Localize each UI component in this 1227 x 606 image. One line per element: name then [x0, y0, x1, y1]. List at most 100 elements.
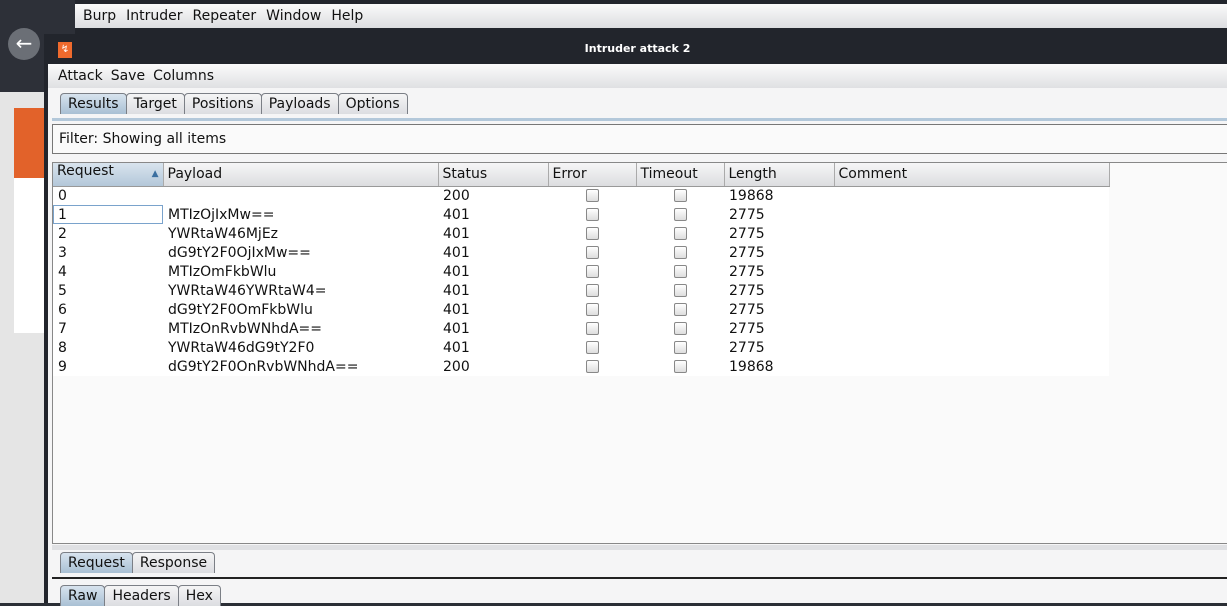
- cell-timeout: [636, 205, 724, 224]
- cell-status: 401: [438, 224, 548, 243]
- timeout-checkbox[interactable]: [673, 265, 687, 278]
- cell-status: 401: [438, 243, 548, 262]
- split-pane-divider[interactable]: [52, 545, 1227, 550]
- detail-tabs: Request Response: [60, 552, 216, 573]
- table-row[interactable]: 2 YWRtaW46MjEz 401 2775: [53, 224, 1109, 243]
- timeout-checkbox[interactable]: [673, 360, 687, 373]
- burp-logo-icon: ↯: [58, 42, 72, 58]
- cell-timeout: [636, 338, 724, 357]
- cell-comment: [834, 338, 1109, 357]
- cell-timeout: [636, 300, 724, 319]
- menu-window[interactable]: Window: [266, 8, 321, 24]
- column-header-comment[interactable]: Comment: [834, 163, 1110, 187]
- cell-length: 19868: [724, 186, 834, 205]
- menu-help[interactable]: Help: [331, 8, 363, 24]
- cell-comment: [834, 281, 1109, 300]
- sort-ascending-icon: ▲: [151, 169, 159, 180]
- cell-payload: MTIzOjIxMw==: [163, 205, 438, 224]
- tab-results[interactable]: Results: [60, 93, 127, 114]
- cell-request: 1: [53, 205, 163, 224]
- timeout-checkbox[interactable]: [673, 189, 687, 203]
- tab-payloads[interactable]: Payloads: [260, 93, 339, 114]
- cell-error: [548, 205, 636, 224]
- error-checkbox[interactable]: [585, 265, 599, 278]
- cell-length: 2775: [724, 338, 834, 357]
- table-row[interactable]: 3 dG9tY2F0OjIxMw== 401 2775: [53, 243, 1109, 262]
- timeout-checkbox[interactable]: [673, 227, 687, 240]
- cell-error: [548, 300, 636, 319]
- column-label: Status: [442, 166, 488, 183]
- table-row[interactable]: 7 MTIzOnRvbWNhdA== 401 2775: [53, 319, 1109, 338]
- column-header-payload[interactable]: Payload: [163, 163, 439, 187]
- error-checkbox[interactable]: [585, 189, 599, 203]
- error-checkbox[interactable]: [585, 360, 599, 373]
- cell-comment: [834, 205, 1109, 224]
- column-label: Length: [728, 166, 777, 183]
- column-header-request[interactable]: Request ▲: [53, 163, 164, 187]
- cell-status: 401: [438, 319, 548, 338]
- cell-payload: MTIzOmFkbWlu: [163, 262, 438, 281]
- tab-request[interactable]: Request: [60, 552, 133, 573]
- column-header-timeout[interactable]: Timeout: [636, 163, 725, 187]
- cell-length: 2775: [724, 281, 834, 300]
- error-checkbox[interactable]: [585, 284, 599, 297]
- cell-error: [548, 262, 636, 281]
- menu-burp[interactable]: Burp: [83, 8, 116, 24]
- cell-timeout: [636, 319, 724, 338]
- cell-comment: [834, 243, 1109, 262]
- column-label: Error: [552, 166, 587, 183]
- intruder-attack-window: Intruder attack 2 ↯ Attack Save Columns Re…: [44, 34, 1227, 606]
- tab-response[interactable]: Response: [131, 552, 216, 573]
- column-label: Request: [57, 163, 114, 180]
- cell-timeout: [636, 186, 724, 205]
- menu-attack[interactable]: Attack: [58, 68, 103, 84]
- cell-status: 200: [438, 186, 548, 205]
- cell-length: 19868: [724, 357, 834, 376]
- timeout-checkbox[interactable]: [673, 284, 687, 297]
- table-row[interactable]: 1 MTIzOjIxMw== 401 2775: [53, 205, 1109, 224]
- arrow-left-icon[interactable]: ←: [8, 28, 40, 60]
- menu-intruder[interactable]: Intruder: [126, 8, 182, 24]
- column-header-length[interactable]: Length: [724, 163, 835, 187]
- table-row[interactable]: 9 dG9tY2F0OnRvbWNhdA== 200 19868: [53, 357, 1109, 376]
- menu-repeater[interactable]: Repeater: [193, 8, 257, 24]
- table-row[interactable]: 6 dG9tY2F0OmFkbWlu 401 2775: [53, 300, 1109, 319]
- table-row[interactable]: 8 YWRtaW46dG9tY2F0 401 2775: [53, 338, 1109, 357]
- error-checkbox[interactable]: [585, 341, 599, 354]
- results-table: Request ▲ Payload Status Error Timeout Length C…: [53, 163, 1110, 376]
- cell-error: [548, 243, 636, 262]
- error-checkbox[interactable]: [585, 303, 599, 316]
- cell-status: 401: [438, 281, 548, 300]
- table-row[interactable]: 0 200 19868: [53, 186, 1109, 205]
- timeout-checkbox[interactable]: [673, 322, 687, 335]
- table-row[interactable]: 4 MTIzOmFkbWlu 401 2775: [53, 262, 1109, 281]
- cell-comment: [834, 186, 1109, 205]
- tab-positions[interactable]: Positions: [183, 93, 262, 114]
- cell-comment: [834, 357, 1109, 376]
- column-header-error[interactable]: Error: [548, 163, 637, 187]
- column-header-status[interactable]: Status: [438, 163, 549, 187]
- error-checkbox[interactable]: [585, 227, 599, 240]
- table-row[interactable]: 5 YWRtaW46YWRtaW4= 401 2775: [53, 281, 1109, 300]
- timeout-checkbox[interactable]: [673, 246, 687, 259]
- window-title: Intruder attack 2: [48, 34, 1227, 64]
- cell-error: [548, 338, 636, 357]
- tab-options[interactable]: Options: [337, 93, 408, 114]
- cell-request: 4: [53, 262, 163, 281]
- cell-length: 2775: [724, 300, 834, 319]
- timeout-checkbox[interactable]: [673, 208, 687, 221]
- filter-bar[interactable]: Filter: Showing all items: [52, 124, 1227, 154]
- tab-target[interactable]: Target: [125, 93, 185, 114]
- menu-save[interactable]: Save: [111, 68, 145, 84]
- timeout-checkbox[interactable]: [673, 341, 687, 354]
- tab-divider: [52, 577, 1227, 579]
- cell-payload: dG9tY2F0OmFkbWlu: [163, 300, 438, 319]
- background-banner: [14, 108, 48, 178]
- menu-columns[interactable]: Columns: [153, 68, 214, 84]
- error-checkbox[interactable]: [585, 246, 599, 259]
- error-checkbox[interactable]: [585, 208, 599, 221]
- cell-request: 8: [53, 338, 163, 357]
- error-checkbox[interactable]: [585, 322, 599, 335]
- timeout-checkbox[interactable]: [673, 303, 687, 316]
- cell-request: 6: [53, 300, 163, 319]
